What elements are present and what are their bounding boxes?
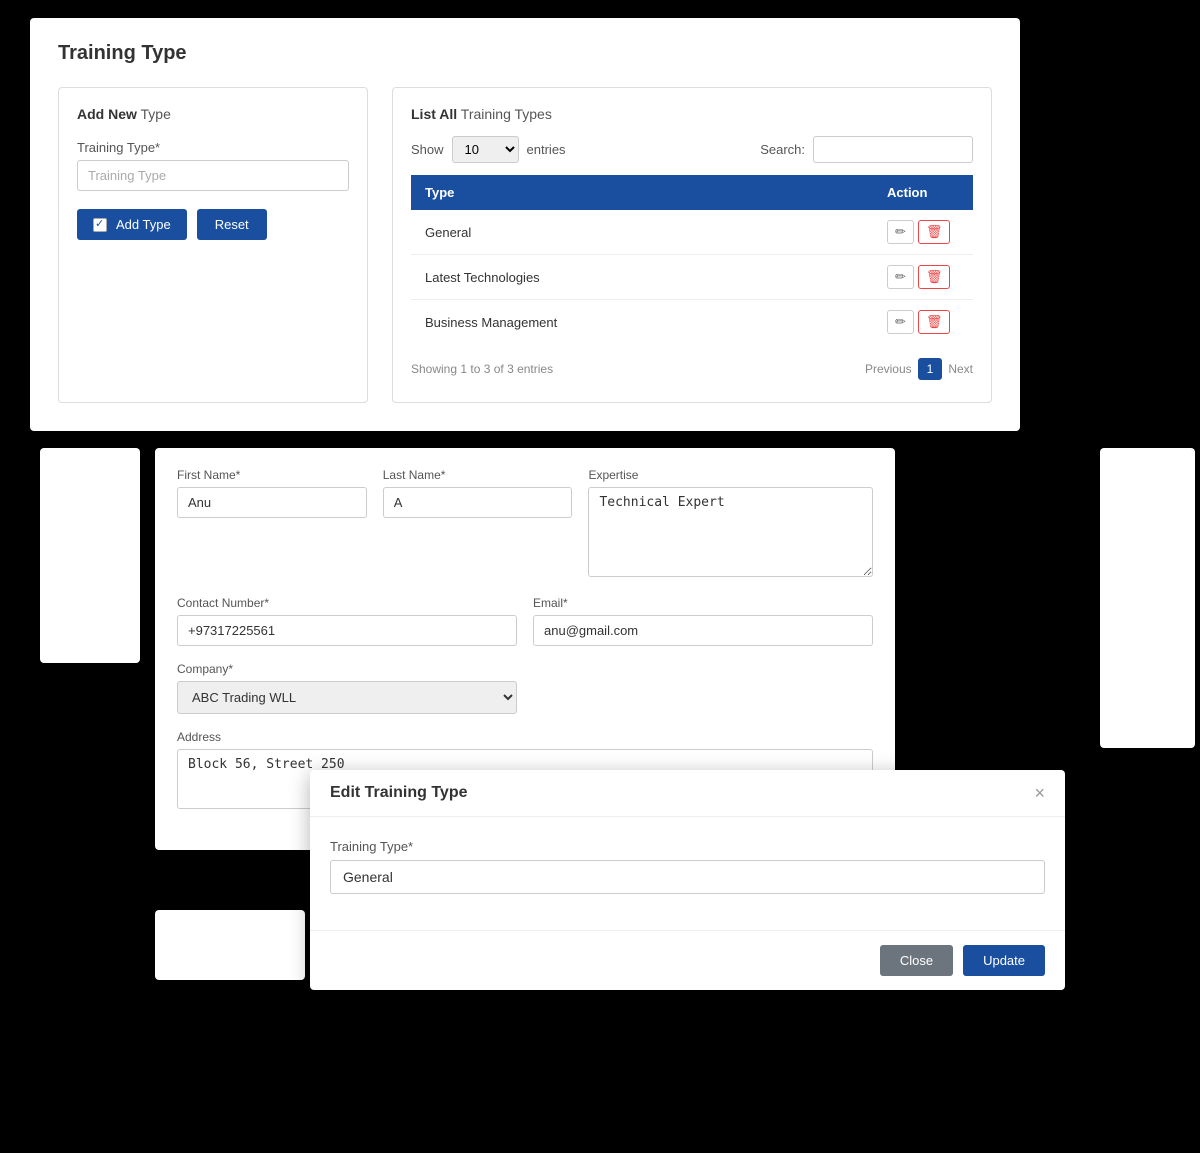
training-type-form-group: Training Type* (77, 140, 349, 191)
delete-button[interactable]: 🗑 (918, 310, 951, 334)
page-title: Training Type (58, 42, 992, 65)
edit-button[interactable]: ✏ (887, 220, 914, 244)
list-title: List All Training Types (411, 106, 973, 122)
show-entries: Show 10 25 50 entries (411, 136, 566, 163)
modal-training-type-label: Training Type* (330, 839, 1045, 854)
first-name-input[interactable] (177, 487, 367, 518)
table-row: General ✏ 🗑 (411, 210, 973, 255)
search-input[interactable] (813, 136, 973, 163)
modal-header: Edit Training Type × (310, 770, 1065, 817)
company-label: Company* (177, 662, 517, 676)
modal-close-button[interactable]: Close (880, 945, 953, 976)
address-label: Address (177, 730, 873, 744)
last-name-input[interactable] (383, 487, 573, 518)
modal-update-button[interactable]: Update (963, 945, 1045, 976)
type-cell: General (411, 210, 873, 255)
action-cell: ✏ 🗑 (873, 255, 973, 300)
table-controls: Show 10 25 50 entries Search: (411, 136, 973, 163)
next-button[interactable]: Next (948, 362, 973, 376)
page-1-button[interactable]: 1 (918, 358, 943, 380)
name-row: First Name* Last Name* Expertise Technic… (177, 468, 873, 580)
email-label: Email* (533, 596, 873, 610)
add-new-box: Add New Type Training Type* Add Type Res… (58, 87, 368, 403)
type-cell: Latest Technologies (411, 255, 873, 300)
modal-title: Edit Training Type (330, 784, 468, 802)
action-cell: ✏ 🗑 (873, 210, 973, 255)
edit-button[interactable]: ✏ (887, 265, 914, 289)
search-box: Search: (760, 136, 973, 163)
expertise-textarea[interactable]: Technical Expert (588, 487, 873, 577)
add-form-buttons: Add Type Reset (77, 209, 349, 240)
bottom-left-stub (155, 910, 305, 980)
check-icon (93, 218, 107, 232)
right-stub (1100, 448, 1195, 748)
showing-text: Showing 1 to 3 of 3 entries (411, 362, 553, 376)
reset-button[interactable]: Reset (197, 209, 267, 240)
email-input[interactable] (533, 615, 873, 646)
table-footer: Showing 1 to 3 of 3 entries Previous 1 N… (411, 358, 973, 380)
modal-training-type-input[interactable] (330, 860, 1045, 894)
first-name-group: First Name* (177, 468, 367, 580)
add-type-button[interactable]: Add Type (77, 209, 187, 240)
contact-label: Contact Number* (177, 596, 517, 610)
sidebar-stub (40, 448, 140, 663)
entries-select[interactable]: 10 25 50 (452, 136, 519, 163)
company-row: Company* ABC Trading WLL (177, 662, 873, 714)
modal-footer: Close Update (310, 930, 1065, 990)
company-group: Company* ABC Trading WLL (177, 662, 517, 714)
list-box: List All Training Types Show 10 25 50 en… (392, 87, 992, 403)
action-buttons: ✏ 🗑 (887, 310, 959, 334)
prev-button[interactable]: Previous (865, 362, 912, 376)
email-group: Email* (533, 596, 873, 646)
type-cell: Business Management (411, 300, 873, 345)
edit-modal: Edit Training Type × Training Type* Clos… (310, 770, 1065, 990)
action-buttons: ✏ 🗑 (887, 220, 959, 244)
contact-row: Contact Number* Email* (177, 596, 873, 646)
expertise-label: Expertise (588, 468, 873, 482)
delete-button[interactable]: 🗑 (918, 220, 951, 244)
table-row: Latest Technologies ✏ 🗑 (411, 255, 973, 300)
col-type-header: Type (411, 175, 873, 210)
contact-input[interactable] (177, 615, 517, 646)
contact-number-group: Contact Number* (177, 596, 517, 646)
delete-button[interactable]: 🗑 (918, 265, 951, 289)
main-panel: Training Type Add New Type Training Type… (30, 18, 1020, 431)
training-type-input[interactable] (77, 160, 349, 191)
company-select[interactable]: ABC Trading WLL (177, 681, 517, 714)
col-action-header: Action (873, 175, 973, 210)
action-buttons: ✏ 🗑 (887, 265, 959, 289)
training-type-label: Training Type* (77, 140, 349, 155)
add-new-title: Add New Type (77, 106, 349, 122)
action-cell: ✏ 🗑 (873, 300, 973, 345)
table-row: Business Management ✏ 🗑 (411, 300, 973, 345)
training-types-table: Type Action General ✏ 🗑 Latest Technolog… (411, 175, 973, 344)
modal-close-x-button[interactable]: × (1034, 784, 1045, 802)
last-name-group: Last Name* (383, 468, 573, 580)
pagination: Previous 1 Next (865, 358, 973, 380)
modal-training-type-group: Training Type* (330, 839, 1045, 894)
edit-button[interactable]: ✏ (887, 310, 914, 334)
expertise-group: Expertise Technical Expert (588, 468, 873, 580)
first-name-label: First Name* (177, 468, 367, 482)
last-name-label: Last Name* (383, 468, 573, 482)
modal-body: Training Type* (310, 817, 1065, 930)
table-header-row: Type Action (411, 175, 973, 210)
